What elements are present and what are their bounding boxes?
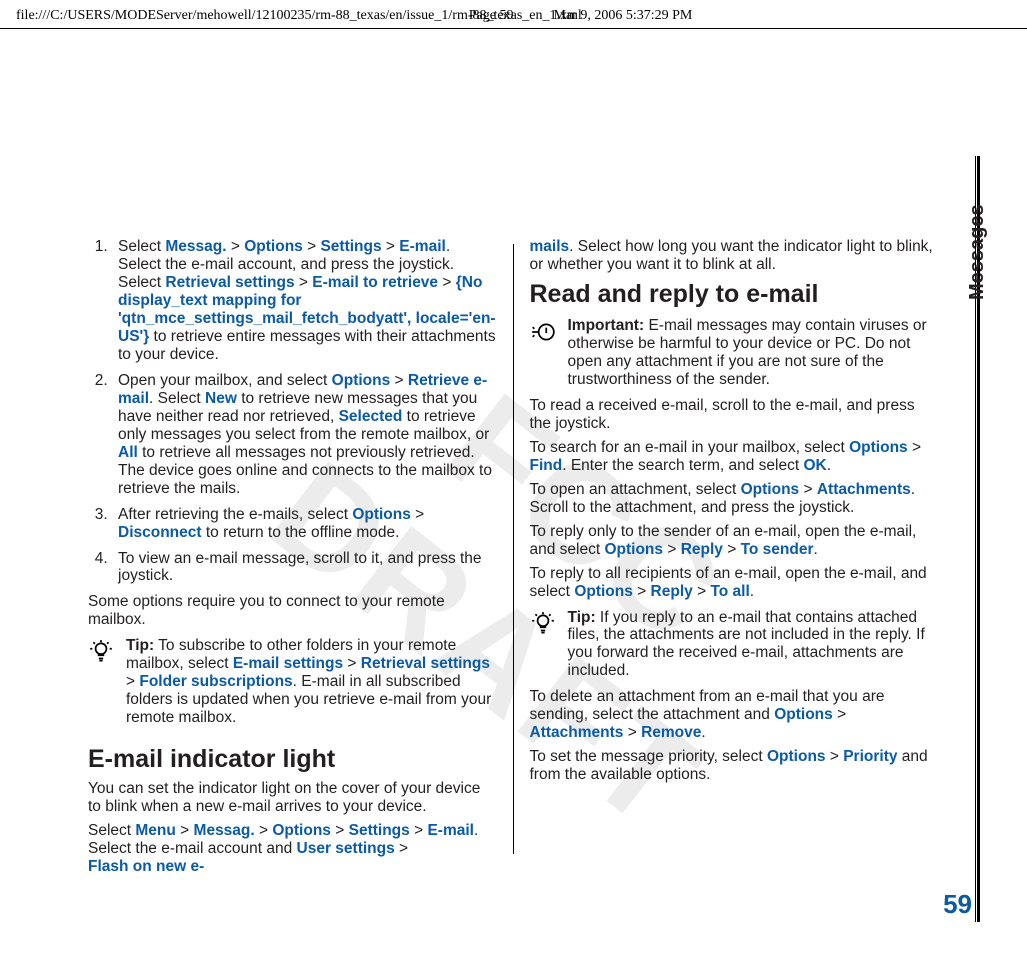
para-read-email: To read a received e-mail, scroll to the… xyxy=(530,397,939,433)
page-root: file:///C:/USERS/MODEServer/mehowell/121… xyxy=(0,0,1027,957)
header-datetime: Mar 9, 2006 5:37:29 PM xyxy=(554,8,693,24)
retrieve-steps-list: Select Messag. > Options > Settings > E-… xyxy=(88,238,497,585)
side-tab: Messages xyxy=(945,156,971,872)
page-number: 59 xyxy=(943,889,972,920)
right-column: mails. Select how long you want the indi… xyxy=(526,238,939,874)
tip-block: Tip: If you reply to an e-mail that cont… xyxy=(530,609,939,681)
section-title-read-reply: Read and reply to e-mail xyxy=(530,280,939,309)
text-columns: Select Messag. > Options > Settings > E-… xyxy=(88,238,938,874)
column-divider xyxy=(513,244,514,854)
para-search-email: To search for an e-mail in your mailbox,… xyxy=(530,439,939,475)
indicator-light-path: Select Menu > Messag. > Options > Settin… xyxy=(88,822,497,876)
para-delete-attachment: To delete an attachment from an e-mail t… xyxy=(530,688,939,742)
para-open-attachment: To open an attachment, select Options > … xyxy=(530,481,939,517)
para-reply-all: To reply to all recipients of an e-mail,… xyxy=(530,565,939,601)
important-text: Important: E-mail messages may contain v… xyxy=(568,317,939,389)
list-item: Select Messag. > Options > Settings > E-… xyxy=(112,238,497,364)
para-remote-mailbox: Some options require you to connect to y… xyxy=(88,593,497,629)
list-item: Open your mailbox, and select Options > … xyxy=(112,372,497,498)
para-priority: To set the message priority, select Opti… xyxy=(530,748,939,784)
tip-text: Tip: To subscribe to other folders in yo… xyxy=(126,637,497,727)
left-column: Select Messag. > Options > Settings > E-… xyxy=(88,238,501,874)
side-tab-label: Messages xyxy=(966,180,986,300)
list-item: After retrieving the e-mails, select Opt… xyxy=(112,506,497,542)
tip-text: Tip: If you reply to an e-mail that cont… xyxy=(568,609,939,681)
continuation-line: mails. Select how long you want the indi… xyxy=(530,238,939,274)
tip-block: Tip: To subscribe to other folders in yo… xyxy=(88,637,497,727)
para-reply-sender: To reply only to the sender of an e-mail… xyxy=(530,523,939,559)
browser-header: file:///C:/USERS/MODEServer/mehowell/121… xyxy=(16,8,1011,24)
lightbulb-icon xyxy=(530,611,556,637)
important-icon xyxy=(530,319,556,345)
important-block: Important: E-mail messages may contain v… xyxy=(530,317,939,389)
indicator-light-intro: You can set the indicator light on the c… xyxy=(88,780,497,816)
header-separator xyxy=(0,28,1027,29)
section-title-indicator-light: E-mail indicator light xyxy=(88,745,497,774)
page-label: Page 59 xyxy=(469,8,514,24)
lightbulb-icon xyxy=(88,639,114,665)
list-item: To view an e-mail message, scroll to it,… xyxy=(112,550,497,586)
page-frame: FCC DRAFT Messages Select Messag. > Opti… xyxy=(46,60,980,922)
header-center: Page 59 Mar 9, 2006 5:37:29 PM xyxy=(469,8,693,24)
